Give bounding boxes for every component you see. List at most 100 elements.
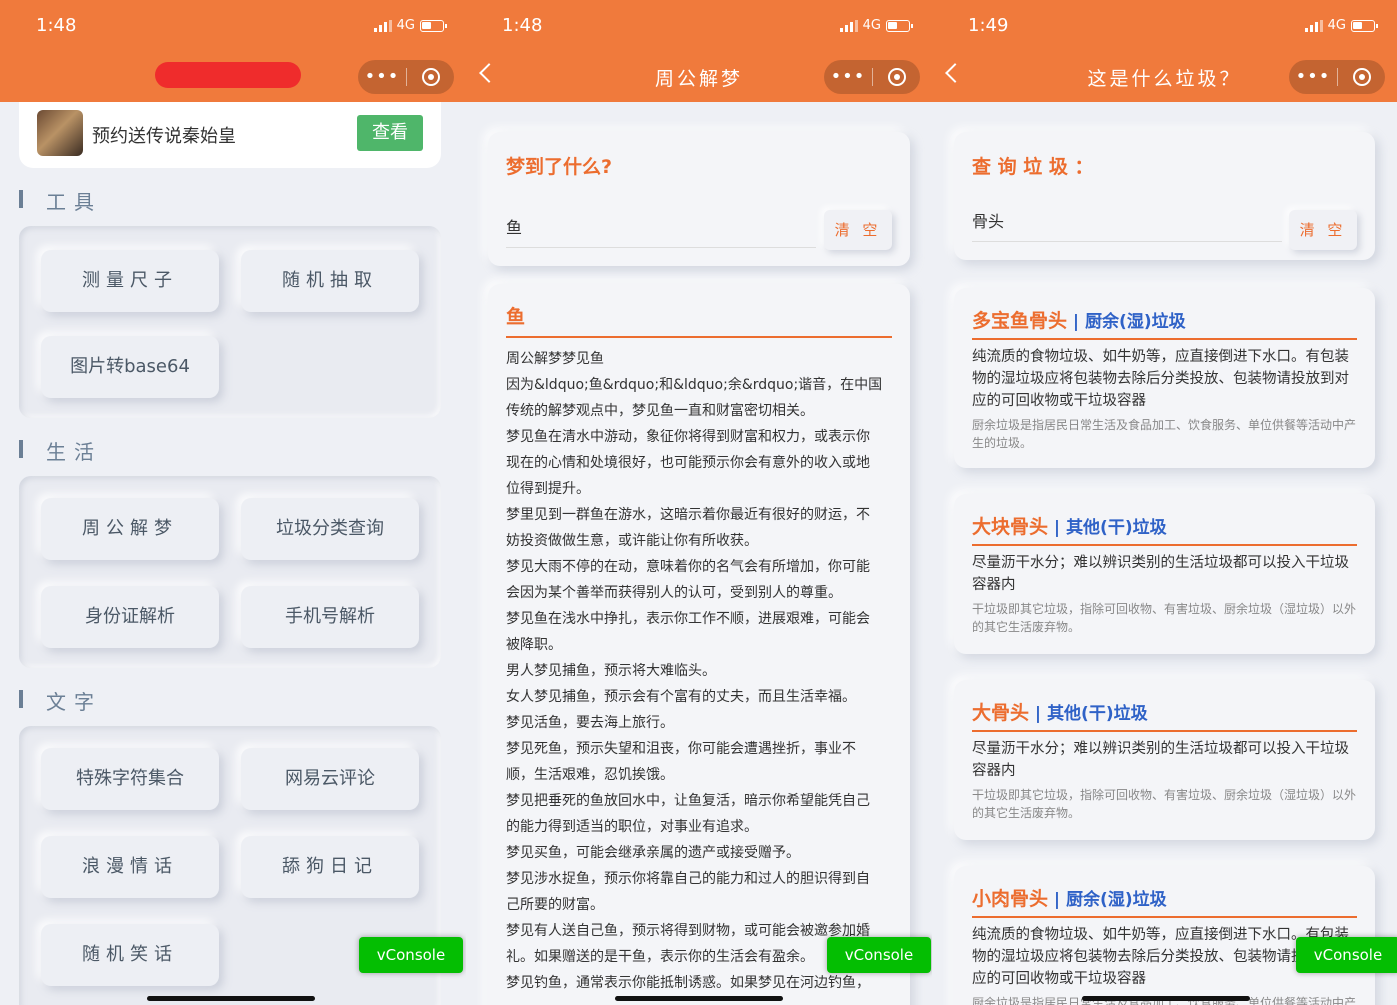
status-indicators: 4G — [1304, 18, 1378, 33]
more-icon[interactable]: ••• — [1289, 60, 1337, 94]
result-heading: 鱼 — [506, 306, 526, 328]
network-type: 4G — [1327, 18, 1346, 33]
mini-program-capsule: ••• — [358, 60, 454, 94]
item-description: 纯流质的食物垃圾、如牛奶等，应直接倒进下水口。有包装物的湿垃圾应将包装物去除后分… — [972, 349, 1349, 409]
section-title-text: 文字 — [19, 686, 102, 715]
item-category: 其他(干)垃圾 — [1066, 518, 1167, 538]
vconsole-button[interactable]: vConsole — [1296, 937, 1397, 973]
dream-line: 被降职。 — [506, 637, 562, 653]
battery-icon — [420, 19, 447, 32]
dream-line: 梦见买鱼，可能会继承亲属的遗产或接受赠予。 — [506, 845, 800, 861]
home-screen: 1:48 4G ••• 预约送传说秦始皇 查看 工具 测量尺子 随机抽取 图片转… — [0, 0, 466, 1005]
dream-line: 因为&ldquo;鱼&rdquo;和&ldquo;余&rdquo;谐音，在中国 — [506, 377, 883, 393]
promo-banner: 预约送传说秦始皇 查看 — [19, 102, 441, 168]
dream-line: 梦见鱼在清水中游动，象征你将得到财富和权力，或表示你 — [506, 429, 870, 445]
dream-line: 梦见死鱼，预示失望和沮丧，你可能会遭遇挫折，事业不 — [506, 741, 856, 757]
status-time: 1:49 — [968, 15, 1009, 36]
target-icon — [1352, 68, 1371, 86]
dream-line: 梦见涉水捉鱼，预示你将靠自己的能力和过人的胆识得到自 — [506, 871, 870, 887]
redacted-title — [155, 62, 301, 88]
result-heading: 多宝鱼骨头 | 厨余(湿)垃圾 — [972, 310, 1186, 332]
signal-icon — [839, 19, 858, 32]
tile-random-draw[interactable]: 随机抽取 — [241, 250, 419, 312]
dream-line: 周公解梦梦见鱼 — [506, 351, 604, 367]
status-nav-bar: 1:48 4G ••• — [0, 0, 466, 102]
more-icon[interactable]: ••• — [824, 60, 872, 94]
result-heading: 大块骨头 | 其他(干)垃圾 — [972, 516, 1167, 538]
tile-ruler[interactable]: 测量尺子 — [41, 250, 219, 312]
dream-result-card: 鱼 周公解梦梦见鱼 因为&ldquo;鱼&rdquo;和&ldquo;余&rdq… — [488, 284, 910, 1005]
tools-group: 测量尺子 随机抽取 图片转base64 — [19, 226, 441, 418]
item-note: 干垃圾即其它垃圾，指除可回收物、有害垃圾、厨余垃圾（湿垃圾）以外的其它生活废弃物… — [972, 788, 1357, 820]
dream-line: 顺，生活艰难，忍饥挨饿。 — [506, 767, 674, 783]
status-nav-bar: 1:48 4G 周公解梦 ••• — [466, 0, 932, 102]
dream-line: 女人梦见捕鱼，预示会有个富有的丈夫，而且生活幸福。 — [506, 689, 856, 705]
trash-result-card: 多宝鱼骨头 | 厨余(湿)垃圾 纯流质的食物垃圾、如牛奶等，应直接倒进下水口。有… — [954, 288, 1375, 468]
signal-icon — [1304, 19, 1323, 32]
dream-line: 己所要的财富。 — [506, 897, 604, 913]
target-icon — [421, 68, 440, 86]
item-description: 尽量沥干水分；难以辨识类别的生活垃圾都可以投入干垃圾容器内 — [972, 555, 1349, 593]
mini-program-capsule: ••• — [1289, 60, 1385, 94]
game-avatar — [37, 110, 83, 156]
tile-phone[interactable]: 手机号解析 — [241, 586, 419, 648]
tile-special-chars[interactable]: 特殊字符集合 — [41, 748, 219, 810]
item-category: 厨余(湿)垃圾 — [1085, 312, 1186, 332]
item-description: 尽量沥干水分；难以辨识类别的生活垃圾都可以投入干垃圾容器内 — [972, 741, 1349, 779]
trash-result-card: 大骨头 | 其他(干)垃圾 尽量沥干水分；难以辨识类别的生活垃圾都可以投入干垃圾… — [954, 680, 1375, 840]
trash-query-card: 查 询 垃 圾 ： 骨头 清 空 — [954, 132, 1375, 260]
banner-view-button[interactable]: 查看 — [357, 115, 423, 151]
tile-romantic[interactable]: 浪漫情话 — [41, 836, 219, 898]
dream-line: 位得到提升。 — [506, 481, 590, 497]
item-name: 大块骨头 — [972, 516, 1049, 538]
mini-program-capsule: ••• — [824, 60, 920, 94]
vconsole-button[interactable]: vConsole — [827, 937, 931, 973]
clear-button[interactable]: 清 空 — [824, 210, 892, 250]
dream-line: 梦见活鱼，要去海上旅行。 — [506, 715, 674, 731]
clear-button[interactable]: 清 空 — [1289, 210, 1357, 250]
item-note: 厨余垃圾是指居民日常生活及食品加工、饮食服务、单位供餐等活动中产生的垃圾。 — [972, 418, 1357, 450]
result-heading: 小肉骨头 | 厨余(湿)垃圾 — [972, 888, 1167, 910]
dream-interpretation: 周公解梦梦见鱼 因为&ldquo;鱼&rdquo;和&ldquo;余&rdquo… — [506, 346, 894, 996]
dream-input[interactable]: 鱼 — [506, 210, 816, 248]
section-title-life: 生活 — [19, 436, 102, 465]
tile-image-base64[interactable]: 图片转base64 — [41, 336, 219, 398]
dream-line: 妨投资做做生意，或许能让你有所收获。 — [506, 533, 758, 549]
dream-line: 梦见大雨不停的在动，意味着你的名气会有所增加，你可能 — [506, 559, 870, 575]
item-name: 多宝鱼骨头 — [972, 310, 1068, 332]
dream-line: 梦见鱼在浅水中挣扎，表示你工作不顺，进展艰难，可能会 — [506, 611, 870, 627]
heading-divider — [506, 336, 892, 338]
network-type: 4G — [396, 18, 415, 33]
dream-line: 梦里见到一群鱼在游水，这暗示着你最近有很好的财运，不 — [506, 507, 870, 523]
tile-netease-comments[interactable]: 网易云评论 — [241, 748, 419, 810]
tile-dream[interactable]: 周公解梦 — [41, 498, 219, 560]
dream-query-card: 梦到了什么? 鱼 清 空 — [488, 132, 910, 266]
heading-divider — [972, 730, 1357, 732]
query-label: 查 询 垃 圾 ： — [972, 156, 1094, 178]
dream-screen: 1:48 4G 周公解梦 ••• 梦到了什么? 鱼 清 空 鱼 周公解梦梦见鱼 … — [466, 0, 932, 1005]
item-name: 大骨头 — [972, 702, 1030, 724]
query-label: 梦到了什么? — [506, 156, 613, 178]
target-icon — [887, 68, 906, 86]
trash-screen: 1:49 4G 这是什么垃圾？ ••• 查 询 垃 圾 ： 骨头 清 空 多宝鱼… — [932, 0, 1397, 1005]
item-category: 厨余(湿)垃圾 — [1066, 890, 1167, 910]
trash-input[interactable]: 骨头 — [972, 204, 1282, 242]
signal-icon — [373, 19, 392, 32]
result-heading: 大骨头 | 其他(干)垃圾 — [972, 702, 1148, 724]
tile-trash-query[interactable]: 垃圾分类查询 — [241, 498, 419, 560]
status-indicators: 4G — [373, 18, 447, 33]
tile-joke[interactable]: 随机笑话 — [41, 924, 219, 986]
close-mini-program-button[interactable] — [1338, 68, 1385, 86]
battery-icon — [1351, 19, 1378, 32]
status-time: 1:48 — [502, 15, 543, 36]
status-time: 1:48 — [36, 15, 77, 36]
vconsole-button[interactable]: vConsole — [359, 937, 463, 973]
tile-id-card[interactable]: 身份证解析 — [41, 586, 219, 648]
close-mini-program-button[interactable] — [407, 68, 454, 86]
close-mini-program-button[interactable] — [873, 68, 920, 86]
home-indicator — [1082, 996, 1250, 1001]
more-icon[interactable]: ••• — [358, 60, 406, 94]
heading-divider — [972, 544, 1357, 546]
network-type: 4G — [862, 18, 881, 33]
tile-diary[interactable]: 舔狗日记 — [241, 836, 419, 898]
